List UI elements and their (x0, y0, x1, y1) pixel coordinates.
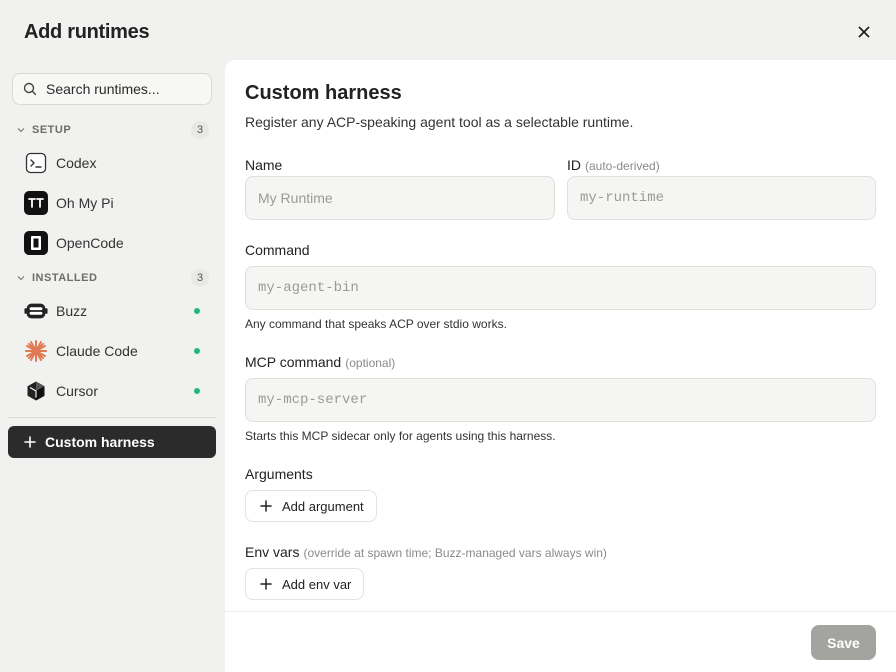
name-field[interactable] (245, 176, 555, 220)
section-count: 3 (191, 121, 209, 139)
section-setup[interactable]: SETUP 3 (16, 121, 209, 139)
sidebar-item-label: Buzz (56, 303, 88, 319)
command-help: Any command that speaks ACP over stdio w… (245, 317, 507, 331)
cursor-icon (24, 379, 48, 403)
status-dot (194, 388, 200, 394)
sidebar-item-label: OpenCode (56, 235, 124, 251)
name-label: Name (245, 157, 282, 173)
command-label-text: Command (245, 242, 310, 258)
claude-icon (24, 339, 48, 363)
id-hint: (auto-derived) (585, 159, 660, 173)
dialog-footer: Save (225, 611, 896, 672)
sidebar: SETUP 3 Codex Oh My Pi (0, 60, 225, 672)
add-argument-label: Add argument (282, 498, 364, 514)
status-dot (194, 348, 200, 354)
plus-icon (260, 500, 272, 512)
env-vars-hint: (override at spawn time; Buzz-managed va… (303, 546, 607, 560)
mcp-command-field[interactable] (245, 378, 876, 422)
close-icon (858, 26, 870, 38)
custom-harness-button[interactable]: Custom harness (8, 426, 216, 458)
id-label-text: ID (567, 157, 581, 173)
command-input[interactable] (258, 280, 875, 296)
mcp-command-input[interactable] (258, 392, 875, 408)
name-input[interactable] (258, 190, 554, 206)
sidebar-item-opencode[interactable]: OpenCode (12, 226, 212, 260)
mcp-command-label: MCP command (optional) (245, 354, 395, 370)
sidebar-item-cursor[interactable]: Cursor (12, 374, 212, 408)
chevron-down-icon (16, 273, 28, 283)
oh-my-pi-icon (24, 191, 48, 215)
command-label: Command (245, 242, 310, 258)
save-button[interactable]: Save (811, 625, 876, 660)
section-installed[interactable]: INSTALLED 3 (16, 269, 209, 287)
sidebar-item-oh-my-pi[interactable]: Oh My Pi (12, 186, 212, 220)
close-button[interactable] (852, 20, 876, 44)
sidebar-item-label: Cursor (56, 383, 99, 399)
search-input[interactable] (46, 81, 196, 97)
form-title: Custom harness (245, 82, 402, 104)
section-title: INSTALLED (32, 272, 98, 284)
add-argument-button[interactable]: Add argument (245, 490, 377, 522)
custom-harness-label: Custom harness (45, 434, 155, 450)
dialog-header: Add runtimes (0, 0, 896, 60)
buzz-icon (24, 299, 48, 323)
search-box[interactable] (12, 73, 212, 105)
env-vars-label: Env vars (override at spawn time; Buzz-ma… (245, 544, 607, 560)
sidebar-item-claude-code[interactable]: Claude Code (12, 334, 212, 368)
id-label: ID (auto-derived) (567, 157, 660, 173)
mcp-command-help: Starts this MCP sidecar only for agents … (245, 429, 556, 443)
id-input[interactable] (580, 190, 875, 206)
sidebar-item-buzz[interactable]: Buzz (12, 294, 212, 328)
id-field[interactable] (567, 176, 876, 220)
sidebar-item-codex[interactable]: Codex (12, 146, 212, 180)
mcp-command-label-text: MCP command (245, 354, 342, 370)
command-field[interactable] (245, 266, 876, 310)
add-env-var-label: Add env var (282, 576, 352, 592)
terminal-icon (24, 151, 48, 175)
plus-icon (24, 436, 36, 448)
arguments-label-text: Arguments (245, 466, 313, 482)
custom-harness-form: Custom harness Register any ACP-speaking… (225, 60, 896, 672)
name-label-text: Name (245, 157, 283, 173)
plus-icon (260, 578, 272, 590)
status-dot (194, 308, 200, 314)
dialog-title: Add runtimes (24, 21, 150, 43)
section-count: 3 (191, 269, 209, 287)
divider (8, 417, 216, 418)
chevron-down-icon (16, 125, 28, 135)
section-title: SETUP (32, 124, 72, 136)
env-vars-label-text: Env vars (245, 544, 300, 560)
form-subtitle: Register any ACP-speaking agent tool as … (245, 114, 634, 130)
arguments-label: Arguments (245, 466, 313, 482)
mcp-command-hint: (optional) (345, 356, 396, 370)
sidebar-item-label: Codex (56, 155, 97, 171)
search-icon (23, 82, 37, 96)
sidebar-item-label: Claude Code (56, 343, 138, 359)
add-env-var-button[interactable]: Add env var (245, 568, 365, 600)
opencode-icon (24, 231, 48, 255)
sidebar-item-label: Oh My Pi (56, 195, 114, 211)
